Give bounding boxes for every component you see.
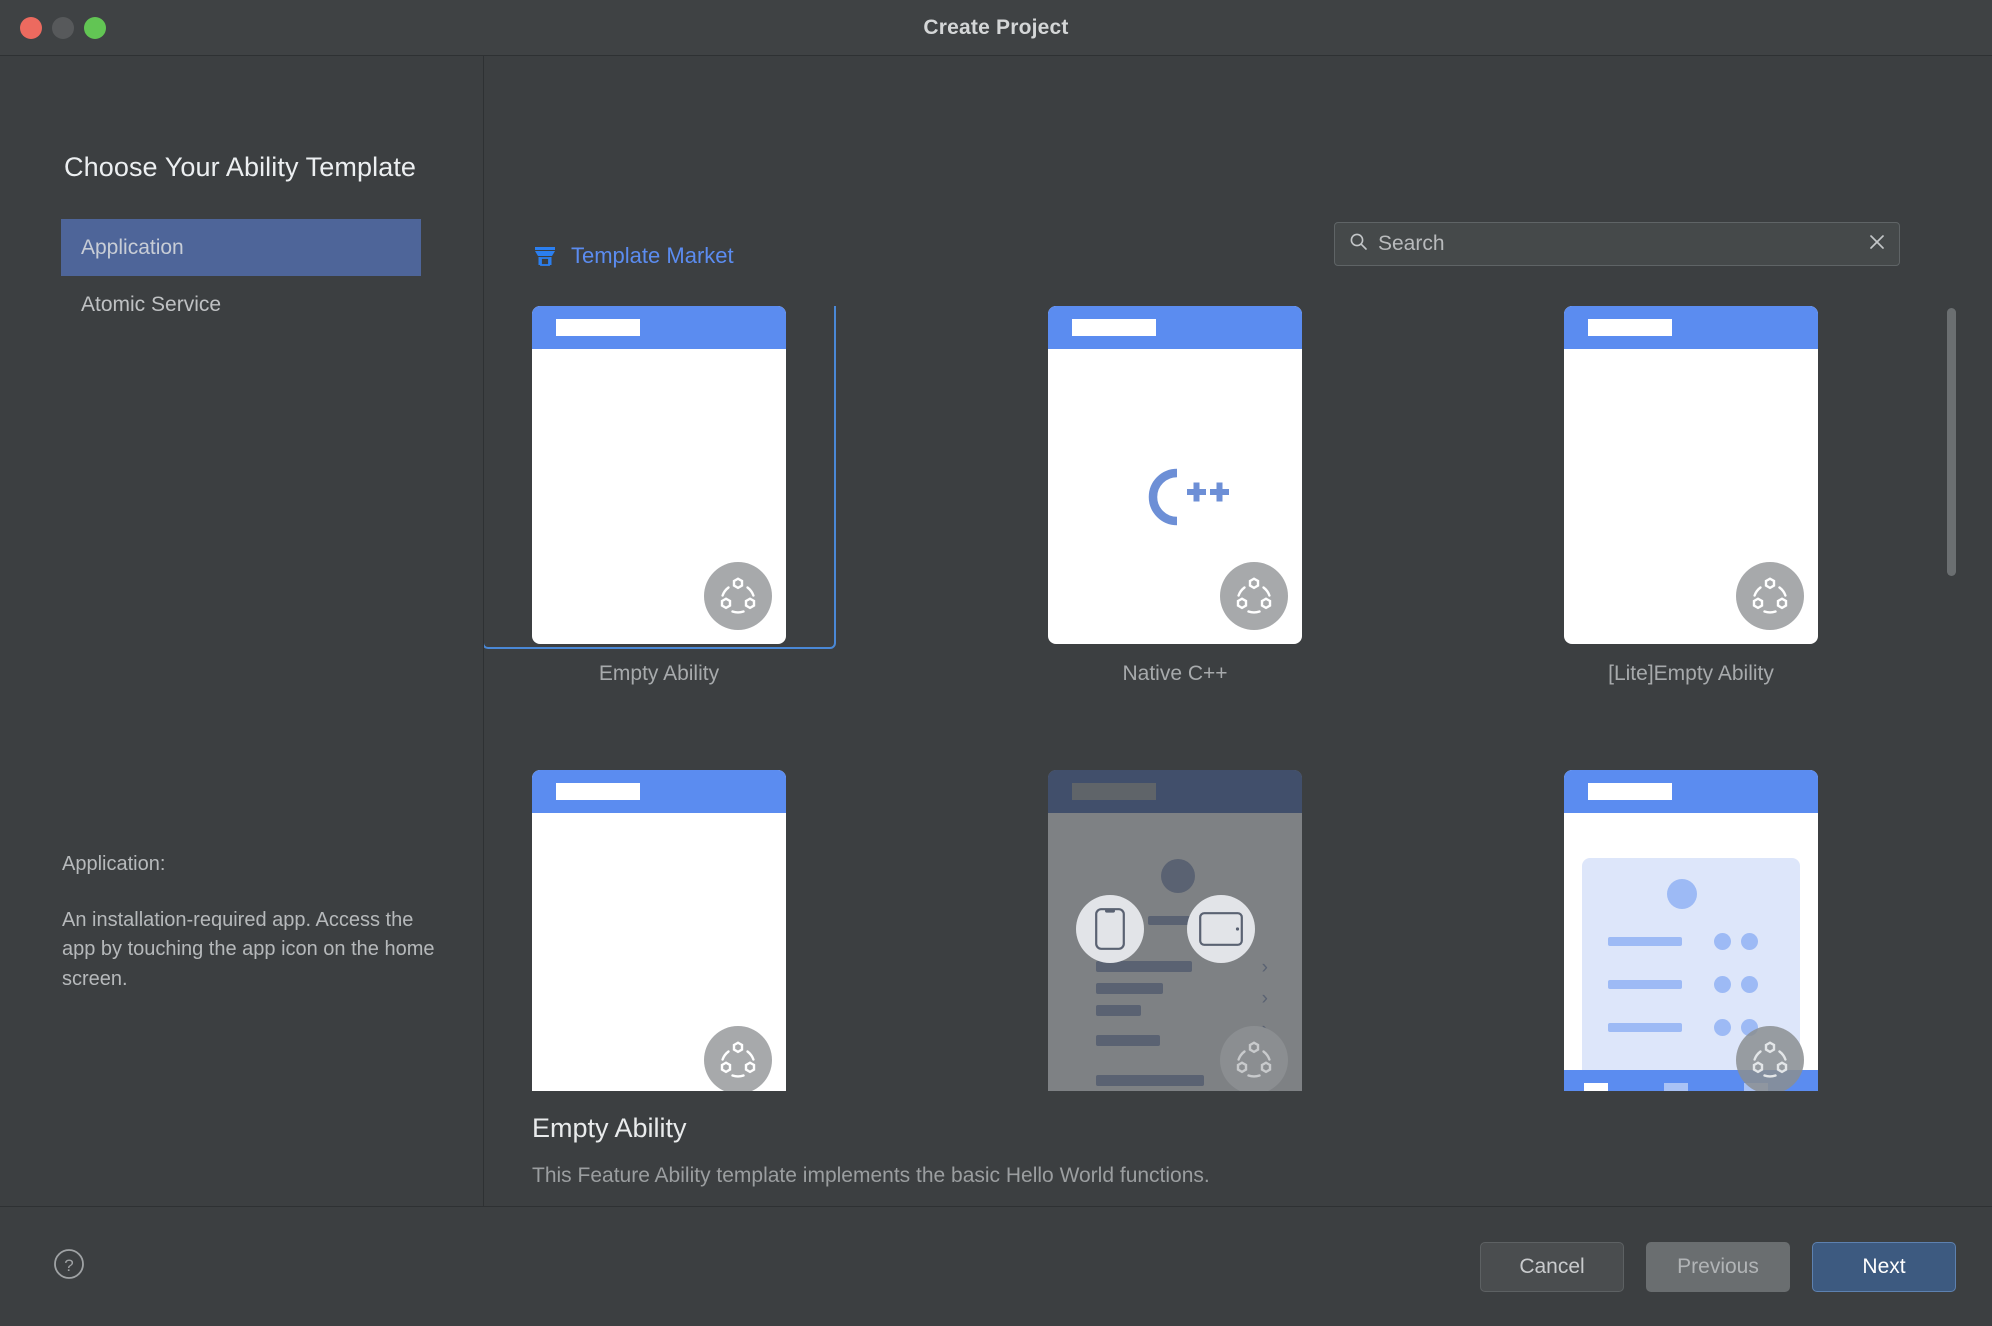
sidebar-item-application[interactable]: Application — [61, 219, 421, 276]
svg-text:?: ? — [64, 1256, 73, 1275]
template-card-label: Empty Ability — [598, 662, 720, 685]
harmonyos-badge-icon — [1736, 1026, 1804, 1091]
template-thumbnail — [1564, 306, 1818, 644]
category-list: Application Atomic Service — [61, 219, 421, 333]
template-thumbnail — [1048, 306, 1302, 644]
harmonyos-badge-icon — [1220, 1026, 1288, 1091]
template-card-row2-2[interactable]: › › › — [1048, 770, 1302, 1091]
template-thumbnail — [532, 306, 786, 644]
help-icon[interactable]: ? — [52, 1247, 86, 1286]
sidebar-item-atomic-service[interactable]: Atomic Service — [61, 276, 421, 333]
sidebar-item-label: Atomic Service — [81, 292, 222, 316]
tablet-icon — [1187, 895, 1255, 963]
thumbnail-titlebar — [1048, 306, 1302, 349]
create-project-dialog: Create Project Choose Your Ability Templ… — [0, 0, 1992, 1326]
footer-buttons: Cancel Previous Next — [1480, 1241, 1956, 1292]
template-grid-scrollbar[interactable] — [1947, 308, 1956, 1098]
template-market-link[interactable]: Template Market — [532, 243, 734, 269]
dialog-footer: ? Cancel Previous Next — [0, 1206, 1992, 1326]
close-icon[interactable] — [1867, 232, 1887, 257]
template-card-row2-3[interactable] — [1564, 770, 1818, 1091]
title-bar: Create Project — [0, 0, 1992, 56]
thumbnail-titlebar — [1564, 770, 1818, 813]
thumbnail-titlebar — [532, 306, 786, 349]
harmonyos-badge-icon — [704, 562, 772, 630]
cancel-button[interactable]: Cancel — [1480, 1241, 1624, 1292]
template-card-empty-ability[interactable]: Empty Ability — [484, 306, 836, 686]
sidebar-item-label: Application — [81, 235, 184, 259]
selected-template-info: Empty Ability This Feature Ability templ… — [484, 1113, 1992, 1188]
market-row: Template Market — [484, 222, 1992, 278]
template-card-label: [Lite]Empty Ability — [1608, 662, 1774, 685]
right-panel: Template Market Search Empty Ability Nat… — [484, 56, 1992, 1206]
page-title: Choose Your Ability Template — [64, 152, 417, 182]
thumbnail-titlebar — [1048, 770, 1302, 813]
search-input[interactable] — [1378, 232, 1857, 256]
template-thumbnail: › › › — [1048, 770, 1302, 1091]
thumbnail-titlebar — [1564, 306, 1818, 349]
selected-template-name: Empty Ability — [532, 1113, 687, 1143]
category-description-text: An installation-required app. Access the… — [62, 908, 435, 990]
template-card-native-cpp[interactable]: Native C++ — [1048, 306, 1302, 686]
window-title: Create Project — [923, 15, 1069, 39]
cpp-logo-icon — [1048, 459, 1302, 535]
harmonyos-badge-icon — [1736, 562, 1804, 630]
search-icon — [1349, 232, 1368, 256]
template-thumbnail — [532, 770, 786, 1091]
category-description: Application: An installation-required ap… — [62, 853, 437, 994]
phone-icon — [1076, 895, 1144, 963]
template-card-label: Native C++ — [1122, 662, 1228, 685]
left-panel: Choose Your Ability Template Application… — [0, 56, 484, 1206]
template-card-row2-1[interactable] — [532, 770, 786, 1091]
dialog-body: Choose Your Ability Template Application… — [0, 56, 1992, 1206]
scrollbar-thumb[interactable] — [1947, 308, 1956, 576]
harmonyos-badge-icon — [1220, 562, 1288, 630]
next-button[interactable]: Next — [1812, 1241, 1956, 1292]
selected-template-description: This Feature Ability template implements… — [532, 1164, 1210, 1187]
harmonyos-badge-icon — [704, 1026, 772, 1091]
previous-button[interactable]: Previous — [1646, 1241, 1790, 1292]
template-grid-viewport: Empty Ability Native C++ [Lite]Empty Abi… — [484, 306, 1992, 1091]
thumbnail-titlebar — [532, 770, 786, 813]
search-box[interactable] — [1334, 222, 1900, 266]
template-market-label: Template Market — [571, 243, 734, 268]
shop-icon — [532, 243, 558, 269]
template-card-lite-empty-ability[interactable]: [Lite]Empty Ability — [1564, 306, 1818, 686]
template-grid: Empty Ability Native C++ [Lite]Empty Abi… — [484, 306, 1900, 1091]
template-thumbnail — [1564, 770, 1818, 1091]
category-description-title: Application: — [62, 852, 166, 875]
